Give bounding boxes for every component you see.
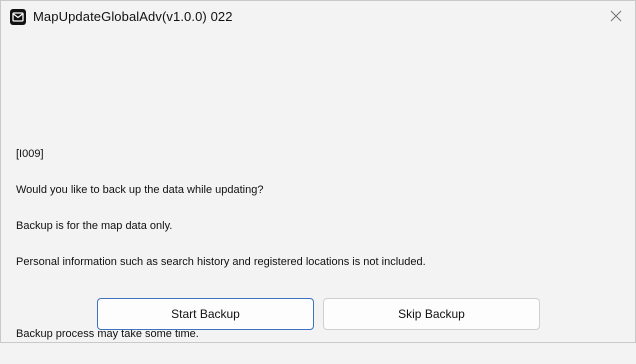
window-title: MapUpdateGlobalAdv(v1.0.0) 022 bbox=[33, 9, 233, 24]
close-icon bbox=[610, 10, 622, 22]
title-bar: MapUpdateGlobalAdv(v1.0.0) 022 bbox=[1, 1, 635, 32]
start-backup-button[interactable]: Start Backup bbox=[97, 298, 314, 330]
message-line: Would you like to back up the data while… bbox=[16, 184, 264, 196]
message-line: Backup is for the map data only. bbox=[16, 220, 173, 232]
app-map-update-icon bbox=[10, 9, 26, 25]
skip-backup-button[interactable]: Skip Backup bbox=[323, 298, 540, 330]
message-line: Personal information such as search hist… bbox=[16, 256, 426, 268]
dialog-window: MapUpdateGlobalAdv(v1.0.0) 022 [I009] Wo… bbox=[0, 0, 636, 343]
message-code: [I009] bbox=[16, 148, 44, 160]
close-button[interactable] bbox=[601, 2, 631, 30]
